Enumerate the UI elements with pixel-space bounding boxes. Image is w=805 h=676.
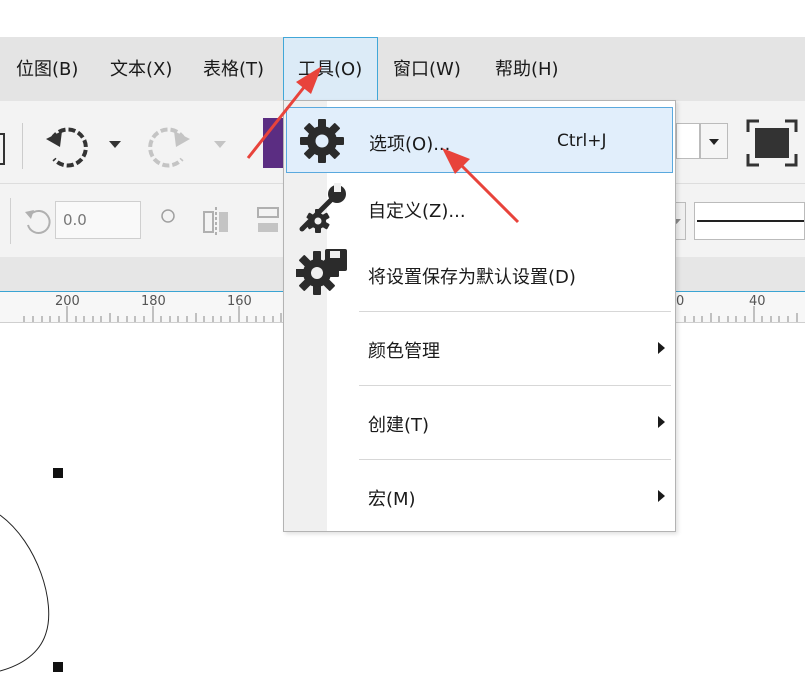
- menu-item-label: 宏(M): [368, 489, 416, 510]
- menu-separator: [359, 459, 671, 460]
- rotation-center-icon[interactable]: [158, 206, 178, 226]
- menu-item-label: 自定义(Z)...: [368, 201, 466, 222]
- submenu-arrow-icon: [658, 416, 665, 428]
- undo-icon[interactable]: [38, 119, 94, 175]
- submenu-arrow-icon: [658, 342, 665, 354]
- mirror-vertical-icon[interactable]: [250, 204, 284, 240]
- line-style-selector[interactable]: [694, 202, 805, 240]
- ruler-label: 200: [55, 294, 80, 309]
- ruler-label: 180: [141, 294, 166, 309]
- menu-item-label: 选项(O)...: [369, 134, 451, 155]
- rotate-icon: [25, 209, 51, 234]
- zoom-dropdown-button[interactable]: [700, 123, 728, 159]
- menu-item-color-management[interactable]: 颜色管理: [286, 313, 673, 385]
- app-launcher-icon[interactable]: [263, 118, 283, 168]
- gear-icon: [300, 119, 344, 163]
- line-style-preview: [697, 220, 804, 222]
- ruler-label: 40: [749, 294, 766, 309]
- menu-text[interactable]: 文本(X): [110, 37, 172, 101]
- mirror-horizontal-icon[interactable]: [200, 204, 234, 240]
- menu-item-options[interactable]: 选项(O)... Ctrl+J: [286, 107, 673, 173]
- menu-item-customize[interactable]: 自定义(Z)...: [286, 175, 673, 241]
- menu-help[interactable]: 帮助(H): [495, 37, 559, 101]
- menu-item-save-default-settings[interactable]: 将设置保存为默认设置(D): [286, 241, 673, 307]
- selection-node-handle[interactable]: [53, 468, 63, 478]
- rotation-angle-input[interactable]: 0.0: [55, 201, 141, 239]
- zoom-level-field[interactable]: [676, 123, 700, 159]
- save-settings-gear-icon: [296, 249, 347, 295]
- menu-item-macros[interactable]: 宏(M): [286, 461, 673, 531]
- menu-item-create[interactable]: 创建(T): [286, 387, 673, 459]
- submenu-arrow-icon: [658, 490, 665, 502]
- menu-separator: [359, 385, 671, 386]
- toolbar-divider: [22, 123, 23, 169]
- menu-item-label: 将设置保存为默认设置(D): [368, 267, 576, 288]
- toolbar-divider: [10, 198, 11, 244]
- curve-shape[interactable]: [0, 503, 60, 676]
- menu-table[interactable]: 表格(T): [203, 37, 264, 101]
- menu-item-shortcut: Ctrl+J: [557, 131, 607, 151]
- menu-tools[interactable]: 工具(O): [283, 37, 378, 101]
- customize-wrench-gear-icon: [299, 183, 346, 233]
- full-screen-icon[interactable]: [745, 118, 799, 168]
- redo-dropdown-icon[interactable]: [212, 139, 228, 151]
- menu-separator: [359, 311, 671, 312]
- menu-item-label: 创建(T): [368, 415, 430, 436]
- menu-item-label: 颜色管理: [368, 341, 440, 362]
- redo-icon[interactable]: [142, 119, 198, 175]
- ruler-label: 0: [676, 294, 685, 309]
- partial-tool-icon[interactable]: [0, 133, 5, 165]
- chevron-down-icon: [709, 139, 719, 145]
- tools-menu-dropdown: 选项(O)... Ctrl+J 自定义(Z)... 将设置保存为默认设置(D) …: [283, 100, 676, 532]
- menu-bar: 位图(B) 文本(X) 表格(T) 工具(O) 窗口(W) 帮助(H): [0, 37, 805, 101]
- menu-bitmap[interactable]: 位图(B): [16, 37, 78, 101]
- undo-dropdown-icon[interactable]: [107, 139, 123, 151]
- menu-window[interactable]: 窗口(W): [393, 37, 461, 101]
- ruler-label: 160: [227, 294, 252, 309]
